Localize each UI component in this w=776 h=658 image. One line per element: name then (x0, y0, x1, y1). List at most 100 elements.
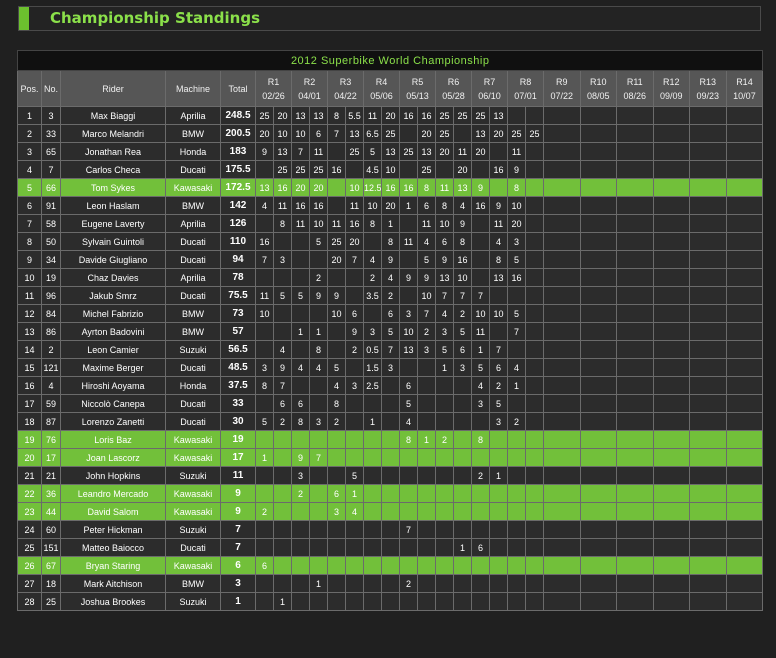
result-cell (507, 394, 526, 413)
result-cell (345, 520, 364, 539)
result-cell (689, 286, 727, 305)
result-cell: 10 (471, 304, 490, 323)
result-cell: 25 (381, 124, 400, 143)
result-cell (255, 322, 274, 341)
result-cell (579, 286, 617, 305)
result-cell (507, 592, 526, 611)
result-cell (579, 574, 617, 593)
result-cell (291, 520, 310, 539)
result-cell: 6 (489, 358, 508, 377)
result-cell (689, 592, 727, 611)
section-header: Championship Standings (18, 6, 761, 31)
rider-cell: Jonathan Rea (60, 142, 166, 161)
result-cell (327, 430, 346, 449)
result-cell: 20 (273, 106, 292, 125)
result-cell: 11 (273, 196, 292, 215)
result-cell (381, 574, 400, 593)
result-cell (616, 142, 654, 161)
machine-cell: Honda (165, 142, 221, 161)
result-cell (689, 448, 727, 467)
result-cell (543, 358, 581, 377)
result-cell (652, 196, 690, 215)
result-cell: 3 (417, 340, 436, 359)
result-cell (725, 340, 764, 359)
result-cell (453, 412, 472, 431)
pos-cell: 18 (17, 412, 42, 431)
result-cell (689, 538, 727, 557)
result-cell (525, 592, 544, 611)
round-date: 08/26 (623, 90, 647, 101)
round-label: R5 (411, 76, 424, 87)
round-header: R1 02/26 (255, 70, 292, 107)
result-cell: 9 (435, 250, 454, 269)
result-cell (525, 340, 544, 359)
result-cell: 9 (291, 448, 310, 467)
pos-cell: 20 (17, 448, 42, 467)
result-cell (616, 556, 654, 575)
result-cell (689, 484, 727, 503)
table-title: 2012 Superbike World Championship (16, 50, 764, 71)
result-cell (399, 448, 418, 467)
result-cell (489, 178, 508, 197)
result-cell (725, 412, 764, 431)
result-cell (616, 394, 654, 413)
result-cell (273, 502, 292, 521)
result-cell (525, 376, 544, 395)
result-cell: 8 (471, 430, 490, 449)
result-cell (652, 376, 690, 395)
result-cell (471, 214, 490, 233)
result-cell (616, 466, 654, 485)
result-cell (507, 502, 526, 521)
result-cell (273, 520, 292, 539)
result-cell (345, 412, 364, 431)
result-cell (579, 430, 617, 449)
result-cell (507, 448, 526, 467)
rider-cell: Leon Haslam (60, 196, 166, 215)
result-cell (417, 376, 436, 395)
result-cell (525, 520, 544, 539)
round-header: R13 09/23 (689, 70, 727, 107)
result-cell: 16 (453, 250, 472, 269)
number-cell: 60 (41, 520, 61, 539)
result-cell (291, 304, 310, 323)
result-cell: 7 (435, 286, 454, 305)
result-cell (255, 214, 274, 233)
result-cell (327, 268, 346, 287)
number-cell: 87 (41, 412, 61, 431)
result-cell (725, 322, 764, 341)
result-cell (725, 376, 764, 395)
result-cell (689, 268, 727, 287)
result-cell: 4 (435, 304, 454, 323)
table-title-row: 2012 Superbike World Championship (16, 50, 764, 71)
number-cell: 151 (41, 538, 61, 557)
result-cell (471, 412, 490, 431)
machine-cell: Aprilia (165, 214, 221, 233)
pos-cell: 16 (17, 376, 42, 395)
result-cell: 25 (417, 160, 436, 179)
header-rider: Rider (60, 70, 166, 107)
result-cell (652, 106, 690, 125)
result-cell (725, 574, 764, 593)
table-row: 18 87 Lorenzo Zanetti Ducati 30 5 2 8 3 2 1 4 3 2 (17, 412, 764, 431)
result-cell (489, 142, 508, 161)
result-cell (273, 538, 292, 557)
result-cell (399, 556, 418, 575)
result-cell (652, 484, 690, 503)
result-cell: 16 (399, 106, 418, 125)
result-cell (725, 394, 764, 413)
result-cell: 8 (507, 178, 526, 197)
result-cell: 0.5 (363, 340, 382, 359)
result-cell: 2 (507, 412, 526, 431)
round-date: 05/28 (442, 90, 465, 101)
result-cell (525, 250, 544, 269)
result-cell (725, 538, 764, 557)
result-cell: 3 (363, 322, 382, 341)
result-cell (309, 376, 328, 395)
result-cell (345, 358, 364, 377)
result-cell (689, 250, 727, 269)
result-cell (689, 556, 727, 575)
result-cell: 3 (399, 304, 418, 323)
result-cell: 4 (363, 250, 382, 269)
result-cell: 10 (273, 124, 292, 143)
round-label: R11 (626, 76, 643, 87)
